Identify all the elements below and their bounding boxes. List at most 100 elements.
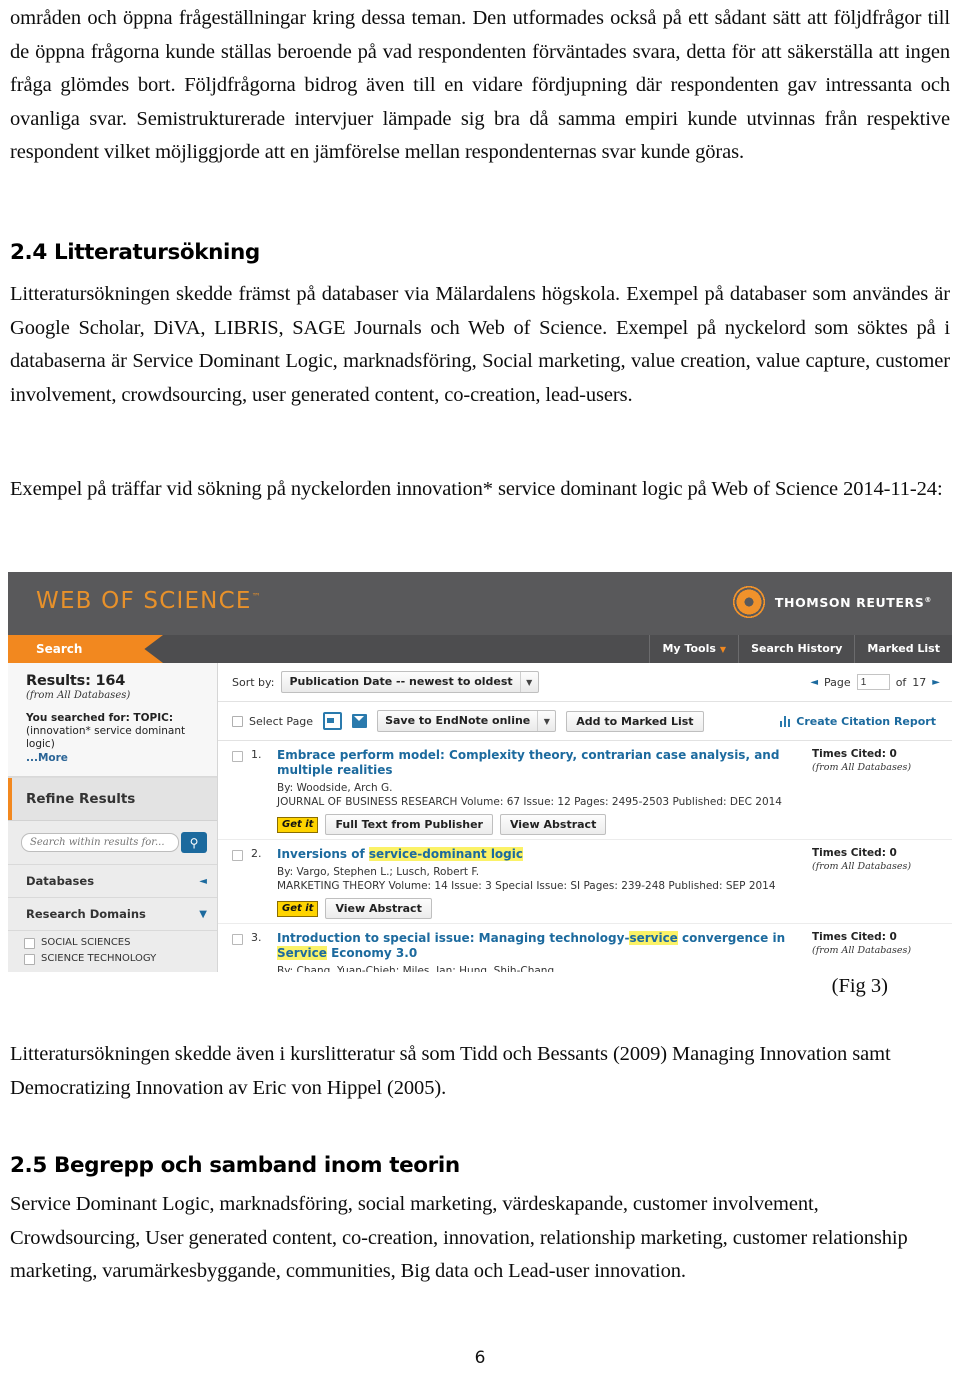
of-label: of [895, 675, 907, 689]
searched-for-label: You searched for: TOPIC: [26, 712, 174, 724]
checkbox-icon[interactable] [232, 934, 243, 945]
title-segment: Inversions of [277, 847, 369, 861]
result-number: 2. [251, 847, 262, 860]
wos-sidebar: Results: 164 (from All Databases) You se… [8, 663, 218, 972]
paragraph-litteratursokning: Litteratursökningen skedde främst på dat… [10, 283, 950, 406]
more-link[interactable]: ...More [26, 752, 203, 764]
paragraph-kurslitteratur: Litteratursökningen skedde även i kursli… [10, 1043, 891, 1099]
filter-label-social-sciences: SOCIAL SCIENCES [41, 937, 131, 948]
save-to-endnote-select[interactable]: Save to EndNote online ▼ [377, 710, 557, 732]
nav-item-marked-list[interactable]: Marked List [854, 635, 952, 663]
result-row[interactable]: 3. Introduction to special issue: Managi… [218, 924, 952, 972]
title-segment: convergence in [677, 931, 786, 945]
heading-2-5: 2.5 Begrepp och samband inom teorin [10, 1153, 460, 1178]
result-number: 3. [251, 931, 262, 944]
result-buttons: Get it Full Text from Publisher View Abs… [277, 814, 804, 835]
chevron-down-icon: ▼ [719, 645, 727, 654]
result-body: Introduction to special issue: Managing … [273, 931, 804, 972]
result-number: 1. [251, 748, 262, 761]
get-it-button[interactable]: Get it [277, 900, 319, 917]
view-abstract-button[interactable]: View Abstract [499, 814, 607, 835]
add-to-marked-list-button[interactable]: Add to Marked List [566, 710, 704, 732]
results-count: Results: 164 [26, 673, 126, 689]
times-cited: Times Cited: 0 [812, 847, 897, 859]
wos-top-bar: WEB OF SCIENCE™ THOMSON REUTERS® [8, 572, 952, 635]
select-page-checkbox[interactable]: Select Page [232, 715, 313, 728]
thomson-reuters-text: THOMSON REUTERS® [775, 595, 932, 610]
create-citation-report-link[interactable]: Create Citation Report [779, 714, 940, 728]
checkbox-icon[interactable] [24, 953, 35, 965]
checkbox-icon[interactable] [232, 751, 243, 762]
tab-search[interactable]: Search [8, 635, 163, 663]
result-buttons: Get it View Abstract [277, 898, 804, 919]
checkbox-icon[interactable] [232, 850, 243, 861]
refine-results-title: Refine Results [26, 791, 136, 807]
results-action-bar: Select Page Save to EndNote online ▼ Add… [218, 702, 952, 741]
checkbox-icon[interactable] [24, 937, 35, 949]
nav-item-my-tools[interactable]: My Tools ▼ [649, 635, 738, 663]
chevron-left-icon: ◄ [199, 875, 207, 887]
chevron-down-icon: ▼ [199, 908, 207, 920]
filter-science-technology[interactable]: SCIENCE TECHNOLOGY [24, 951, 207, 967]
search-icon[interactable]: ⚲ [181, 832, 207, 853]
result-authors: By: Vargo, Stephen L.; Lusch, Robert F. [277, 866, 480, 878]
result-row[interactable]: 1. Embrace perform model: Complexity the… [218, 741, 952, 840]
sort-select[interactable]: Publication Date -- newest to oldest ▼ [281, 671, 539, 693]
checkbox-icon[interactable] [232, 715, 243, 727]
title-segment: Embrace perform model: Complexity theory… [277, 748, 780, 777]
prev-page-button[interactable]: ◄ [810, 677, 818, 688]
sidebar-section-research-domains[interactable]: Research Domains ▼ [8, 898, 217, 931]
create-citation-report-label: Create Citation Report [796, 714, 936, 728]
refine-results-header: Refine Results [8, 777, 217, 821]
times-cited: Times Cited: 0 [812, 748, 897, 760]
page-total: 17 [912, 675, 927, 689]
email-icon[interactable] [352, 714, 368, 728]
title-segment: Introduction to special issue: Managing … [277, 931, 630, 945]
title-segment: Economy 3.0 [326, 946, 418, 960]
result-citation-info: Times Cited: 0 (from All Databases) [804, 847, 940, 919]
pagination: ◄ Page of 17 ► [810, 674, 940, 690]
view-abstract-button[interactable]: View Abstract [325, 898, 432, 919]
result-authors: By: Chang, Yuan-Chieh; Miles, Ian; Hung,… [277, 965, 555, 972]
research-domains-label: Research Domains [26, 907, 146, 921]
nav-label-my-tools: My Tools [662, 642, 716, 655]
databases-label: Databases [26, 874, 95, 888]
nav-item-search-history[interactable]: Search History [738, 635, 854, 663]
sidebar-section-databases[interactable]: Databases ◄ [8, 865, 217, 898]
save-to-endnote-label: Save to EndNote online [385, 714, 531, 727]
result-title-link[interactable]: Inversions of service-dominant logic [277, 847, 804, 862]
result-metadata: MARKETING THEORY Volume: 14 Issue: 3 Spe… [277, 880, 776, 892]
results-source: (from All Databases) [26, 690, 131, 701]
select-page-label: Select Page [249, 714, 314, 728]
times-cited: Times Cited: 0 [812, 931, 897, 943]
chevron-down-icon: ▼ [519, 672, 538, 692]
search-within-results: ⚲ [8, 821, 217, 865]
result-title-link[interactable]: Embrace perform model: Complexity theory… [277, 748, 804, 778]
wos-results-pane: Sort by: Publication Date -- newest to o… [218, 663, 952, 972]
web-of-science-logo: WEB OF SCIENCE™ [36, 588, 262, 614]
result-citation-info: Times Cited: 0 (from All Databases) [804, 748, 940, 835]
sort-select-value: Publication Date -- newest to oldest [289, 675, 513, 688]
next-page-button[interactable]: ► [932, 677, 940, 688]
bar-chart-icon [779, 715, 791, 727]
filter-social-sciences[interactable]: SOCIAL SCIENCES [24, 935, 207, 951]
sort-by-label: Sort by: [232, 675, 275, 689]
result-body: Embrace perform model: Complexity theory… [273, 748, 804, 835]
result-row[interactable]: 2. Inversions of service-dominant logic … [218, 840, 952, 924]
print-icon[interactable] [323, 712, 343, 730]
times-cited-source: (from All Databases) [812, 945, 912, 956]
figure-caption: (Fig 3) [831, 975, 888, 997]
get-it-button[interactable]: Get it [277, 816, 319, 833]
page-label: Page [824, 675, 851, 689]
document-page: områden och öppna frågeställningar kring… [0, 0, 960, 1381]
title-highlight: service-dominant logic [368, 847, 523, 861]
page-number-input[interactable] [856, 674, 890, 690]
thomson-reuters-logo: THOMSON REUTERS® [731, 585, 932, 619]
heading-2-4: 2.4 Litteratursökning [10, 240, 260, 265]
web-of-science-screenshot: WEB OF SCIENCE™ THOMSON REUTERS® Search … [8, 572, 952, 972]
search-within-input[interactable] [21, 833, 179, 852]
result-title-link[interactable]: Introduction to special issue: Managing … [277, 931, 804, 961]
title-highlight: Service [277, 946, 327, 960]
full-text-from-publisher-button[interactable]: Full Text from Publisher [325, 814, 493, 835]
paragraph-begrepp: Service Dominant Logic, marknadsföring, … [10, 1193, 908, 1282]
